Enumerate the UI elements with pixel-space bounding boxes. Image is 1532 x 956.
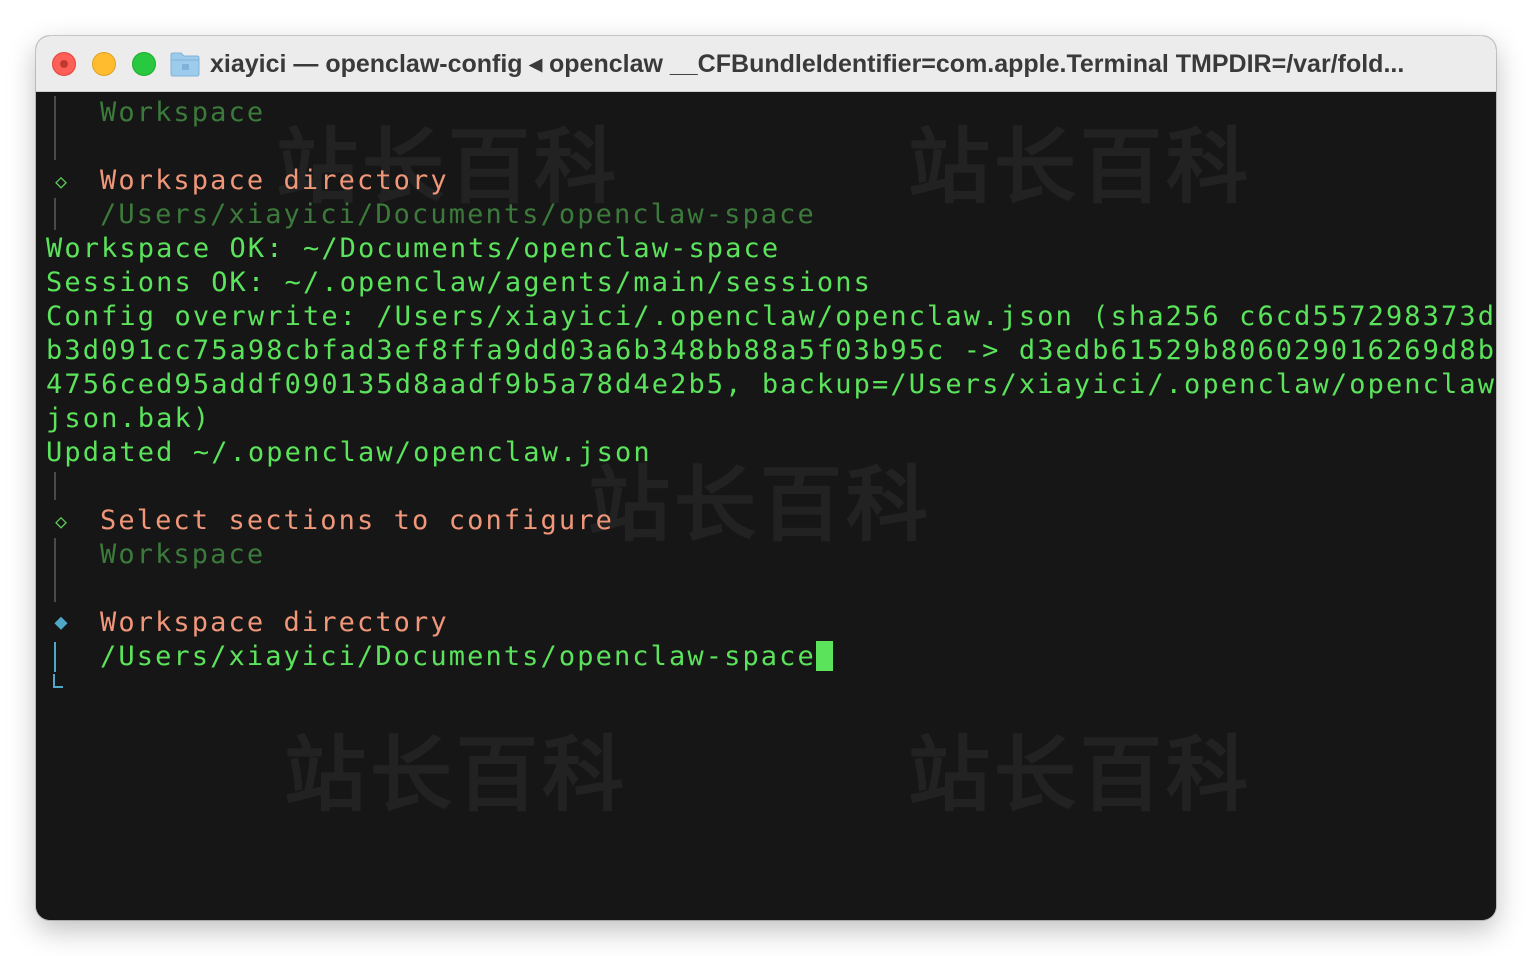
- active-gutter-bar: [54, 642, 56, 672]
- terminal-window: xiayici — openclaw-config ◂ openclaw __C…: [36, 36, 1496, 920]
- watermark-text: 站长百科: [908, 120, 1253, 215]
- sessions-ok-output: Sessions OK: ~/.openclaw/agents/main/ses…: [46, 267, 872, 298]
- watermark-text: 站长百科: [908, 728, 1253, 823]
- config-overwrite-output: b3d091cc75a98cbfad3ef8ffa9dd03a6b348bb88…: [46, 335, 1496, 366]
- config-overwrite-output: Config overwrite: /Users/xiayici/.opencl…: [46, 301, 1496, 332]
- gutter-bar: [54, 198, 56, 230]
- text-cursor: [815, 641, 833, 671]
- gutter-bar: [54, 96, 56, 160]
- workspace-directory-input[interactable]: /Users/xiayici/Documents/openclaw-space: [100, 641, 816, 672]
- diamond-hollow-icon: ◇: [54, 169, 68, 193]
- prompt-workspace-directory-active: Workspace directory: [100, 607, 449, 638]
- selected-section-text: Workspace: [100, 97, 266, 128]
- folder-icon: [170, 52, 200, 77]
- diamond-solid-icon: ◆: [54, 610, 68, 635]
- prompt-workspace-directory: Workspace directory: [100, 165, 449, 196]
- workspace-directory-value: /Users/xiayici/Documents/openclaw-space: [100, 199, 816, 230]
- diamond-hollow-icon: ◇: [54, 509, 68, 533]
- prompt-select-sections: Select sections to configure: [100, 505, 614, 536]
- minimize-window-button[interactable]: [92, 52, 116, 76]
- workspace-ok-output: Workspace OK: ~/Documents/openclaw-space: [46, 233, 781, 264]
- gutter-bar: [54, 472, 56, 500]
- selected-section-text: Workspace: [100, 539, 266, 570]
- prompt-end-corner: [53, 674, 63, 688]
- terminal-content[interactable]: 站长百科 站长百科 站长百科 站长百科 站长百科 Workspace ◇ Wor…: [36, 92, 1496, 920]
- close-window-button[interactable]: [52, 52, 76, 76]
- title-bar[interactable]: xiayici — openclaw-config ◂ openclaw __C…: [36, 36, 1496, 92]
- window-title: xiayici — openclaw-config ◂ openclaw __C…: [210, 50, 1405, 78]
- config-overwrite-output: json.bak): [46, 403, 212, 434]
- workspace-directory-input-line[interactable]: /Users/xiayici/Documents/openclaw-space: [100, 640, 833, 674]
- zoom-window-button[interactable]: [132, 52, 156, 76]
- watermark-text: 站长百科: [284, 728, 629, 823]
- updated-output: Updated ~/.openclaw/openclaw.json: [46, 437, 652, 468]
- config-overwrite-output: 4756ced95addf090135d8aadf9b5a78d4e2b5, b…: [46, 369, 1496, 400]
- gutter-bar: [54, 538, 56, 602]
